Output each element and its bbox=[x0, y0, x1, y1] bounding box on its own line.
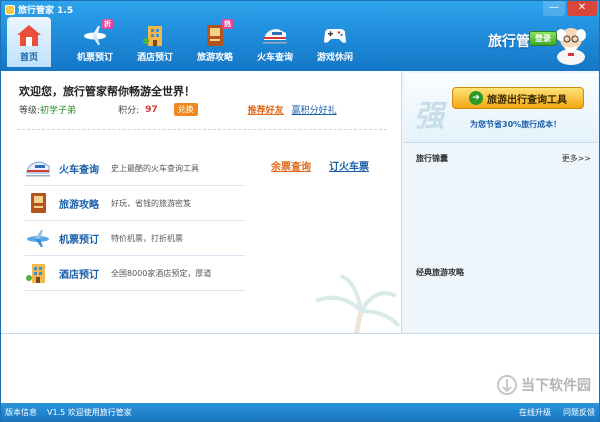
tool-box: 强 ➜ 旅游出行查询工具 为您节省30%旅行成本！ bbox=[404, 73, 598, 143]
right-panel: 强 ➜ 旅游出行查询工具 为您节省30%旅行成本！ 旅行锦囊 更多>> 经典旅游… bbox=[401, 71, 599, 333]
nav-hotels[interactable]: 酒店预订 bbox=[125, 17, 185, 67]
service-item-hotel[interactable]: 酒店预订 全国8000家酒店预定，厚道 bbox=[25, 256, 245, 291]
login-button[interactable]: 登录 bbox=[529, 31, 557, 46]
window-controls: — ✕ bbox=[543, 1, 597, 16]
status-welcome: V1.5 欢迎使用旅行管家 bbox=[47, 407, 132, 417]
user-info: 等级: 初学子弟 积分: 97 兑换 推荐好友 赢积分好礼 bbox=[19, 103, 337, 116]
header: 旅行管家 1.5 — ✕ 首页 折 机票预订 酒店预订 热 旅游攻略 火车查询 … bbox=[1, 1, 599, 71]
recommend-friend-link[interactable]: 推荐好友 bbox=[248, 103, 284, 116]
guide-title: 经典旅游攻略 bbox=[416, 268, 464, 277]
travel-tool-button[interactable]: ➜ 旅游出行查询工具 bbox=[452, 87, 584, 109]
watermark-char: 强 bbox=[414, 99, 444, 134]
discount-badge: 折 bbox=[102, 19, 113, 29]
minimize-button[interactable]: — bbox=[543, 1, 565, 16]
nav-label: 旅游攻略 bbox=[196, 53, 233, 63]
nav-guides[interactable]: 热 旅游攻略 bbox=[185, 17, 245, 67]
feedback-link[interactable]: 问题反馈 bbox=[563, 407, 595, 418]
service-desc: 特价机票，打折机票 bbox=[111, 233, 183, 243]
nav-label: 游戏休闲 bbox=[316, 53, 353, 63]
hot-badge: 热 bbox=[222, 19, 233, 29]
hotel-icon bbox=[143, 26, 162, 46]
hotel-icon bbox=[26, 264, 45, 283]
nav-games[interactable]: 游戏休闲 bbox=[305, 17, 365, 67]
level-value: 初学子弟 bbox=[40, 106, 77, 116]
exchange-button[interactable]: 兑换 bbox=[173, 103, 198, 116]
service-desc: 全国8000家酒店预定，厚道 bbox=[111, 268, 212, 278]
book-train-link[interactable]: 订火车票 bbox=[329, 158, 369, 173]
service-name[interactable]: 酒店预订 bbox=[59, 266, 111, 281]
points-label: 积分: bbox=[118, 106, 140, 116]
brand-text: 旅行管 bbox=[487, 34, 530, 50]
gift-link[interactable]: 赢积分好礼 bbox=[292, 103, 337, 116]
service-desc: 史上最酷的火车查询工具 bbox=[111, 163, 199, 173]
train-icon bbox=[263, 29, 287, 44]
app-window: 旅行管家 1.5 — ✕ 首页 折 机票预订 酒店预订 热 旅游攻略 火车查询 … bbox=[0, 0, 600, 422]
online-upgrade-link[interactable]: 在线升级 bbox=[519, 407, 551, 418]
version-info-link[interactable]: 版本信息 bbox=[5, 407, 37, 418]
service-name[interactable]: 机票预订 bbox=[59, 231, 111, 246]
gamepad-icon bbox=[324, 29, 346, 43]
footer-logo-text: 当下软件园 bbox=[521, 378, 591, 394]
nav-label: 火车查询 bbox=[256, 53, 293, 63]
guidebook-icon bbox=[31, 193, 46, 213]
app-logo-icon bbox=[5, 4, 15, 15]
status-links: 在线升级 问题反馈 bbox=[519, 407, 595, 418]
welcome-text: 欢迎您，旅行管家帮你畅游全世界！ bbox=[19, 85, 195, 98]
divider bbox=[17, 129, 387, 130]
service-list: 火车查询 史上最酷的火车查询工具 旅游攻略 好玩，省钱的旅游密笈 机票预订 特价… bbox=[25, 151, 245, 291]
arrow-right-icon: ➜ bbox=[469, 91, 483, 105]
points-value: 97 bbox=[145, 104, 158, 115]
service-name[interactable]: 旅游攻略 bbox=[59, 196, 111, 211]
tips-title: 旅行锦囊 bbox=[416, 154, 448, 163]
remaining-tickets-link[interactable]: 余票查询 bbox=[271, 158, 311, 173]
footer-logo: 当下软件园 bbox=[497, 374, 591, 396]
service-item-guide[interactable]: 旅游攻略 好玩，省钱的旅游密笈 bbox=[25, 186, 245, 221]
train-links: 余票查询 订火车票 bbox=[271, 158, 369, 173]
service-desc: 好玩，省钱的旅游密笈 bbox=[111, 198, 191, 208]
nav-label: 酒店预订 bbox=[136, 53, 173, 63]
service-item-flights[interactable]: 机票预订 特价机票，打折机票 bbox=[25, 221, 245, 256]
status-bar: 版本信息 V1.5 欢迎使用旅行管家 在线升级 问题反馈 bbox=[1, 403, 599, 421]
window-title-text: 旅行管家 1.5 bbox=[18, 6, 74, 16]
bottom-area: 当下软件园 bbox=[1, 333, 599, 403]
nav-label: 机票预订 bbox=[76, 53, 113, 63]
airplane-icon bbox=[27, 230, 49, 247]
close-button[interactable]: ✕ bbox=[567, 1, 597, 16]
level-label: 等级: bbox=[19, 106, 41, 116]
main-nav: 首页 折 机票预订 酒店预订 热 旅游攻略 火车查询 游戏休闲 bbox=[7, 17, 365, 67]
nav-home[interactable]: 首页 bbox=[7, 17, 51, 67]
travel-tool-label: 旅游出行查询工具 bbox=[487, 94, 567, 106]
nav-trains[interactable]: 火车查询 bbox=[245, 17, 305, 67]
window-title: 旅行管家 1.5 bbox=[5, 3, 73, 16]
home-icon bbox=[17, 25, 41, 46]
nav-flights[interactable]: 折 机票预订 bbox=[65, 17, 125, 67]
train-icon bbox=[26, 161, 50, 177]
savings-link[interactable]: 为您节省30%旅行成本！ bbox=[470, 119, 561, 130]
downxia-logo-icon bbox=[497, 375, 517, 395]
nav-label: 首页 bbox=[19, 53, 38, 63]
more-link[interactable]: 更多>> bbox=[562, 153, 591, 164]
service-name[interactable]: 火车查询 bbox=[59, 161, 111, 176]
mascot-icon bbox=[556, 28, 586, 65]
service-item-train[interactable]: 火车查询 史上最酷的火车查询工具 bbox=[25, 151, 245, 186]
